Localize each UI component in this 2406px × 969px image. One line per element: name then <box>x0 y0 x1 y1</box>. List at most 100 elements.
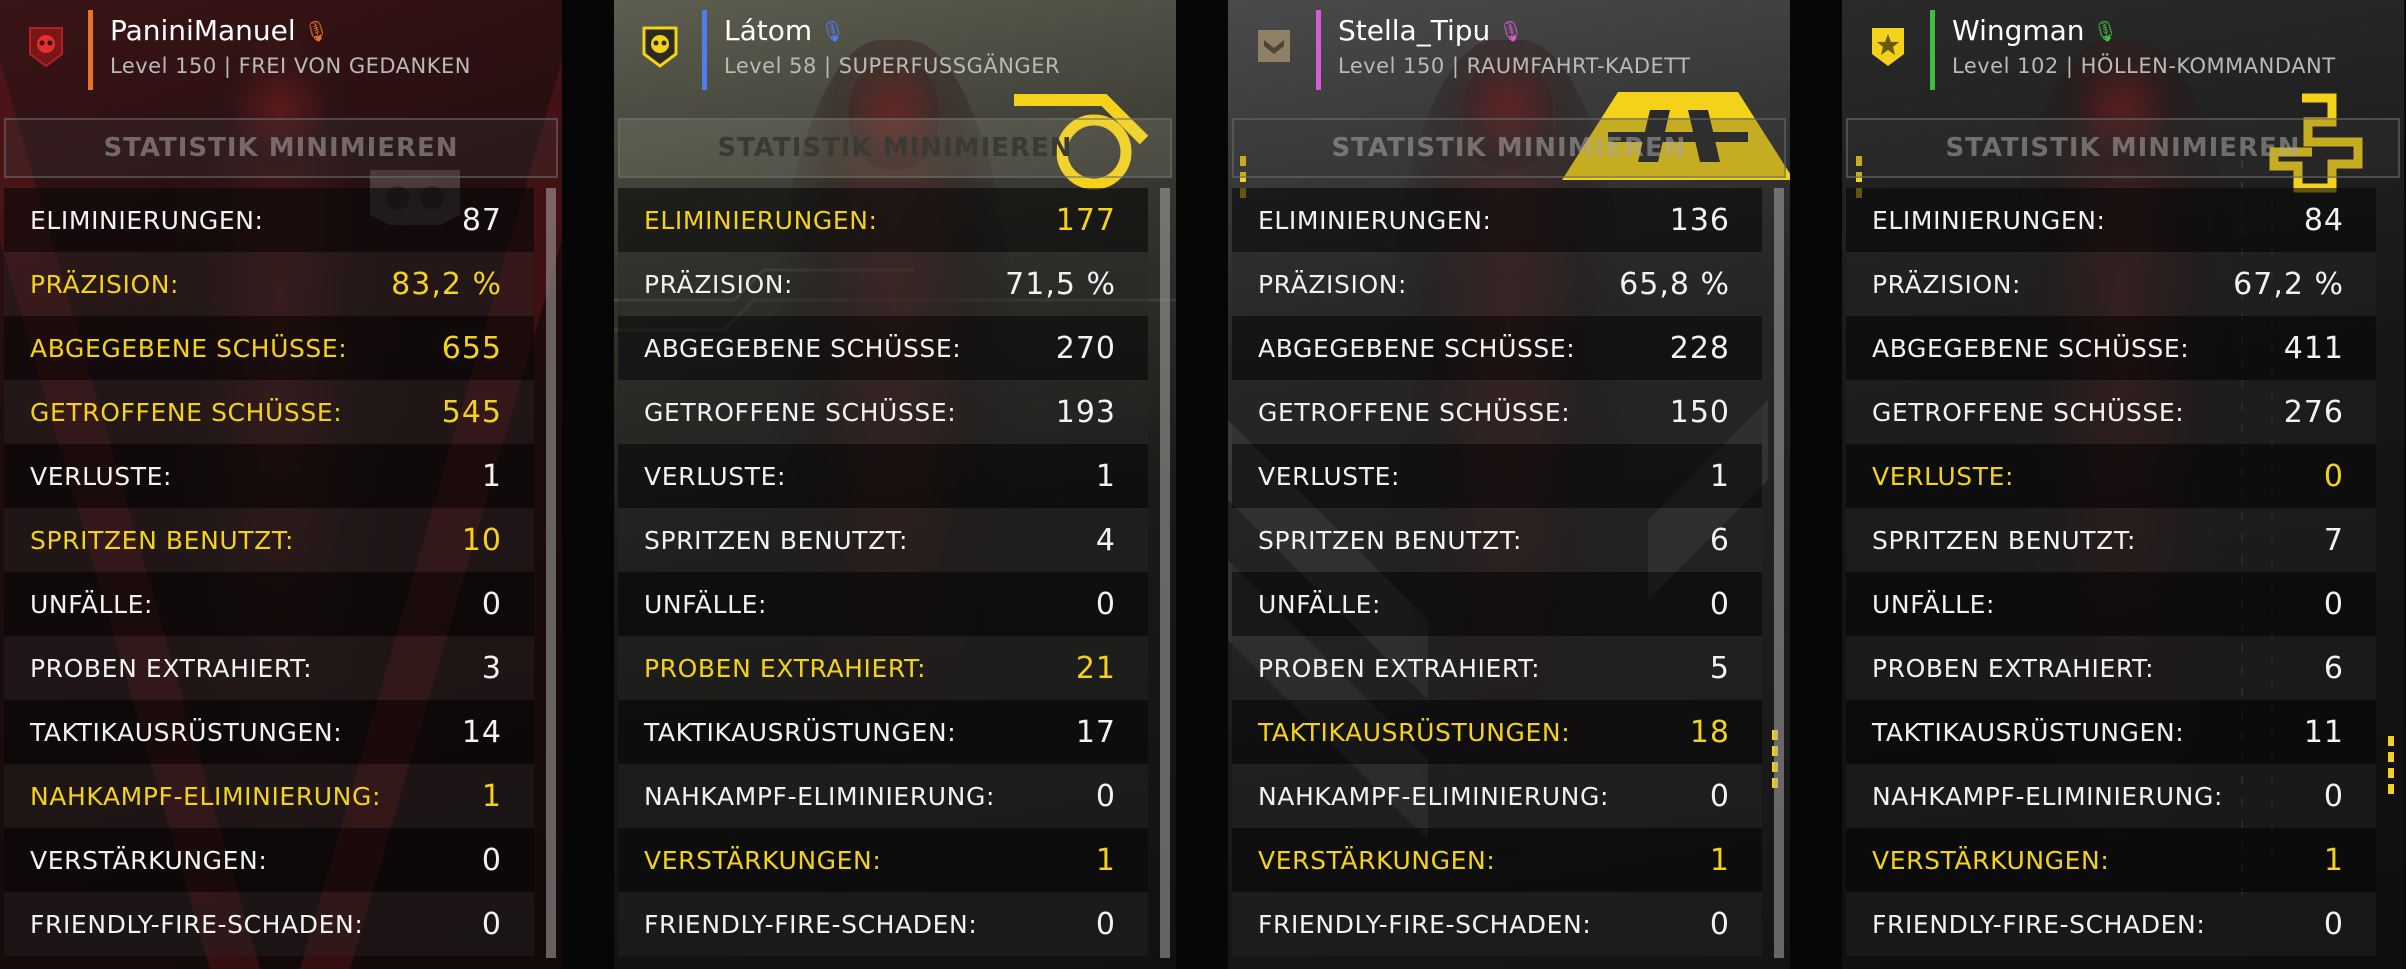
stat-value: 6 <box>1709 522 1730 558</box>
stat-label: GETROFFENE SCHÜSSE: <box>1872 397 2185 427</box>
player-level: Level 150 | FREI VON GEDANKEN <box>110 54 471 78</box>
stat-label: UNFÄLLE: <box>644 589 768 619</box>
stat-row: VERLUSTE: 0 <box>1846 444 2376 508</box>
stat-row: TAKTIKAUSRÜSTUNGEN: 11 <box>1846 700 2376 764</box>
stat-value: 1 <box>1709 458 1730 494</box>
stat-label: FRIENDLY-FIRE-SCHADEN: <box>644 909 978 939</box>
stat-value: 0 <box>481 842 502 878</box>
stat-label: PROBEN EXTRAHIERT: <box>30 653 313 683</box>
stat-row: ELIMINIERUNGEN: 87 <box>4 188 534 252</box>
stat-value: 5 <box>1709 650 1730 686</box>
stat-label: VERLUSTE: <box>1872 461 2015 491</box>
stat-row: FRIENDLY-FIRE-SCHADEN: 0 <box>618 892 1148 956</box>
stat-label: SPRITZEN BENUTZT: <box>644 525 909 555</box>
player-name: Wingman 🎙 <box>1952 14 2118 47</box>
minimize-stats-button[interactable]: STATISTIK MINIMIEREN <box>1232 118 1786 178</box>
stat-row: PRÄZISION: 83,2 % <box>4 252 534 316</box>
column-divider <box>562 0 614 969</box>
stat-value: 1 <box>1709 842 1730 878</box>
stat-row: ABGEGEBENE SCHÜSSE: 228 <box>1232 316 1762 380</box>
column-divider <box>1790 0 1842 969</box>
stat-row: ELIMINIERUNGEN: 136 <box>1232 188 1762 252</box>
player-name: Látom 🎙 <box>724 14 846 47</box>
player-level: Level 102 | HÖLLEN-KOMMANDANT <box>1952 54 2336 78</box>
stat-row: NAHKAMPF-ELIMINIERUNG: 0 <box>1232 764 1762 828</box>
stat-value: 0 <box>2323 586 2344 622</box>
stat-value: 10 <box>461 522 502 558</box>
stat-label: SPRITZEN BENUTZT: <box>1258 525 1523 555</box>
player-name-text: Stella_Tipu <box>1338 14 1491 47</box>
minimize-stats-button[interactable]: STATISTIK MINIMIEREN <box>4 118 558 178</box>
stat-row: PROBEN EXTRAHIERT: 6 <box>1846 636 2376 700</box>
stat-label: VERSTÄRKUNGEN: <box>1258 845 1496 875</box>
stat-label: SPRITZEN BENUTZT: <box>1872 525 2137 555</box>
stat-row: VERLUSTE: 1 <box>618 444 1148 508</box>
stat-label: PROBEN EXTRAHIERT: <box>1258 653 1541 683</box>
player-header: Látom 🎙 Level 58 | SUPERFUSSGÄNGER <box>614 0 1176 92</box>
stat-row: VERLUSTE: 1 <box>4 444 534 508</box>
scrollbar[interactable] <box>1160 188 1170 958</box>
stat-row: GETROFFENE SCHÜSSE: 150 <box>1232 380 1762 444</box>
stat-label: ABGEGEBENE SCHÜSSE: <box>1872 333 2190 363</box>
player-header: Wingman 🎙 Level 102 | HÖLLEN-KOMMANDANT <box>1842 0 2404 92</box>
stat-row: ABGEGEBENE SCHÜSSE: 411 <box>1846 316 2376 380</box>
stat-value: 17 <box>1075 714 1116 750</box>
stat-value: 136 <box>1669 202 1730 238</box>
stat-value: 193 <box>1055 394 1116 430</box>
player-accent-bar <box>1930 10 1935 90</box>
stat-label: TAKTIKAUSRÜSTUNGEN: <box>644 717 957 747</box>
player-name: PaniniManuel 🎙 <box>110 14 329 47</box>
minimize-stats-button[interactable]: STATISTIK MINIMIEREN <box>1846 118 2400 178</box>
player-card-4: Wingman 🎙 Level 102 | HÖLLEN-KOMMANDANT S… <box>1842 0 2404 969</box>
stat-row: PRÄZISION: 67,2 % <box>1846 252 2376 316</box>
stat-value: 65,8 % <box>1619 266 1730 302</box>
stat-value: 0 <box>1095 906 1116 942</box>
stat-value: 0 <box>2323 458 2344 494</box>
player-header: Stella_Tipu 🎙 Level 150 | RAUMFAHRT-KADET… <box>1228 0 1790 92</box>
microphone-muted-icon: 🎙 <box>1498 19 1524 43</box>
stat-label: SPRITZEN BENUTZT: <box>30 525 295 555</box>
stat-label: PROBEN EXTRAHIERT: <box>644 653 927 683</box>
stat-value: 411 <box>2283 330 2344 366</box>
stat-value: 18 <box>1689 714 1730 750</box>
stat-value: 0 <box>1709 778 1730 814</box>
stat-value: 0 <box>1095 778 1116 814</box>
player-name-text: Látom <box>724 14 813 47</box>
stat-label: ABGEGEBENE SCHÜSSE: <box>644 333 962 363</box>
stat-value: 1 <box>2323 842 2344 878</box>
scrollbar[interactable] <box>546 188 556 958</box>
player-card-2: Látom 🎙 Level 58 | SUPERFUSSGÄNGER STATIS… <box>614 0 1176 969</box>
stat-value: 0 <box>481 586 502 622</box>
player-accent-bar <box>702 10 707 90</box>
stat-label: VERLUSTE: <box>1258 461 1401 491</box>
player-card-3: Stella_Tipu 🎙 Level 150 | RAUMFAHRT-KADET… <box>1228 0 1790 969</box>
stat-value: 21 <box>1075 650 1116 686</box>
player-level: Level 150 | RAUMFAHRT-KADETT <box>1338 54 1691 78</box>
microphone-muted-icon: 🎙 <box>2092 19 2118 43</box>
stat-label: NAHKAMPF-ELIMINIERUNG: <box>1872 781 2223 811</box>
stat-value: 0 <box>2323 906 2344 942</box>
stat-row: TAKTIKAUSRÜSTUNGEN: 14 <box>4 700 534 764</box>
stat-row: NAHKAMPF-ELIMINIERUNG: 0 <box>1846 764 2376 828</box>
stat-row: ABGEGEBENE SCHÜSSE: 655 <box>4 316 534 380</box>
stat-row: UNFÄLLE: 0 <box>4 572 534 636</box>
scrollbar[interactable] <box>1774 188 1784 958</box>
stat-label: ELIMINIERUNGEN: <box>1872 205 2106 235</box>
stat-value: 545 <box>441 394 502 430</box>
stat-row: UNFÄLLE: 0 <box>618 572 1148 636</box>
stat-value: 6 <box>2323 650 2344 686</box>
stat-value: 0 <box>1709 906 1730 942</box>
skull-emblem-icon <box>24 22 68 70</box>
stat-label: PRÄZISION: <box>644 269 794 299</box>
stat-value: 84 <box>2303 202 2344 238</box>
stat-value: 1 <box>1095 458 1116 494</box>
stat-label: ELIMINIERUNGEN: <box>30 205 264 235</box>
marker-dots <box>2388 736 2394 800</box>
stat-label: VERLUSTE: <box>30 461 173 491</box>
minimize-stats-button[interactable]: STATISTIK MINIMIEREN <box>618 118 1172 178</box>
stats-list: ELIMINIERUNGEN: 84 PRÄZISION: 67,2 % ABGEGEB… <box>1846 188 2376 956</box>
chevron-emblem-icon <box>1252 22 1296 70</box>
stat-row: SPRITZEN BENUTZT: 4 <box>618 508 1148 572</box>
stat-value: 270 <box>1055 330 1116 366</box>
stat-label: UNFÄLLE: <box>1258 589 1382 619</box>
